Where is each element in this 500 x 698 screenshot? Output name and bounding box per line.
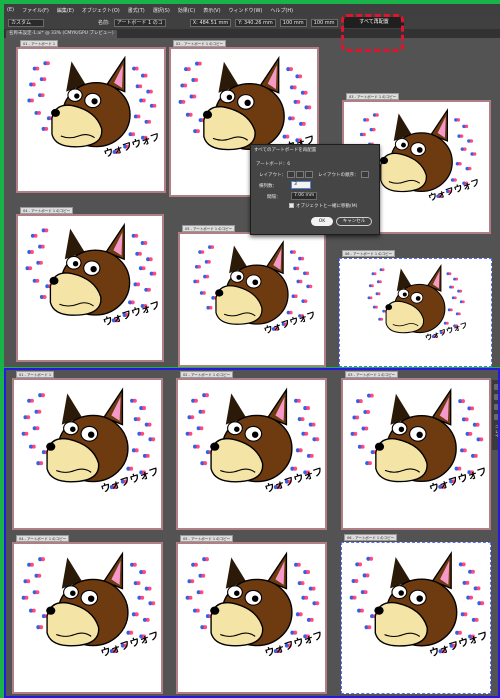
panel-icon[interactable]: [494, 384, 498, 390]
grid-by-column-button[interactable]: [296, 171, 304, 178]
dog-illustration: ウォフウォフ: [25, 222, 162, 329]
after-screenshot: 01 - アートボード 1 ウォフウォフ 02 - アートボード 1 のコピー …: [4, 368, 500, 698]
artboard-1[interactable]: 01 - アートボード 1 ウォフウォフ: [16, 40, 166, 193]
layers-tab-label[interactable]: ニ レイ: [494, 424, 498, 437]
menu-item-help[interactable]: ヘルプ(H): [270, 7, 293, 14]
artboard-count: アートボード：6: [256, 162, 291, 167]
dog-illustration: ウォフウォフ: [27, 55, 162, 160]
artboard-label: 02 - アートボード 1 のコピー: [173, 40, 227, 47]
width-field[interactable]: 100 mm: [279, 18, 307, 27]
columns-label: 横列数：: [259, 184, 277, 189]
side-panel: [492, 380, 498, 450]
spacing-label: 間隔：: [267, 195, 281, 200]
menu-item-edit[interactable]: 編集(E): [57, 7, 74, 14]
menu-item-view[interactable]: 表示(V): [203, 7, 220, 14]
before-screenshot: (E) ファイル(F) 編集(E) オブジェクト(O) 書式(T) 選択(S) …: [4, 4, 500, 367]
spacing-input[interactable]: 7.06 mm: [291, 192, 317, 200]
artboard-label: 06 - アートボード 1 のコピー: [344, 534, 398, 541]
rearrange-dialog: すべてのアートボードを再配置 アートボード：6 レイアウト： レイアウトの順序：…: [250, 144, 380, 235]
artboard-3[interactable]: 03 - アートボード 1 のコピー ウォフウォフ: [341, 371, 491, 530]
artboard-label: 05 - アートボード 1 のコピー: [180, 535, 234, 542]
artboard-4[interactable]: 04 - アートボード 1 のコピー ウォフウォフ: [12, 535, 163, 694]
control-bar: カスタム 名前: アートボード 1 のコ X: 484.51 mm Y: 340…: [4, 16, 500, 29]
x-field[interactable]: X: 484.51 mm: [189, 18, 232, 27]
artboard-6[interactable]: 06 - アートボード 1 のコピー ウォフウォフ: [339, 250, 492, 367]
artboard-5[interactable]: 05 - アートボード 1 のコピー ウォフウォフ: [176, 535, 327, 694]
dog-illustration: ウォフウォフ: [185, 387, 325, 495]
screenshot-frame: (E) ファイル(F) 編集(E) オブジェクト(O) 書式(T) 選択(S) …: [0, 0, 500, 698]
move-art-checkbox[interactable]: [289, 203, 294, 208]
document-tab[interactable]: 名称未設定-1.ai* @ 33% (CMYK/GPU プレビュー): [6, 30, 117, 38]
cancel-button[interactable]: キャンセル: [336, 217, 372, 226]
menu-bar: (E) ファイル(F) 編集(E) オブジェクト(O) 書式(T) 選択(S) …: [4, 4, 500, 16]
move-art-label: オブジェクトと一緒に移動(M): [296, 204, 358, 209]
grid-by-row-button[interactable]: [287, 171, 295, 178]
y-field[interactable]: Y: 340.26 mm: [235, 18, 276, 27]
artboard-name-field[interactable]: アートボード 1 のコ: [113, 18, 166, 27]
artboard-label: 01 - アートボード 1: [20, 40, 59, 47]
artboard-label: 04 - アートボード 1 のコピー: [16, 535, 70, 542]
dialog-title: すべてのアートボードを再配置: [254, 148, 317, 153]
columns-input[interactable]: 3: [291, 181, 311, 189]
menu-leading[interactable]: (E): [7, 7, 14, 13]
arrange-by-row-button[interactable]: [305, 171, 313, 178]
dog-illustration: ウォフウォフ: [21, 551, 161, 659]
artboard-6[interactable]: 06 - アートボード 1 のコピー ウォフウォフ: [341, 534, 491, 694]
height-field[interactable]: 100 mm: [310, 18, 338, 27]
artboard-5[interactable]: 05 - アートボード 1 のコピー ウォフウォフ: [178, 225, 326, 367]
dog-illustration: ウォフウォフ: [185, 551, 325, 659]
artboard-label: 01 - アートボード 1: [16, 371, 55, 378]
menu-item-object[interactable]: オブジェクト(O): [82, 7, 120, 14]
artboard-4[interactable]: 04 - アートボード 1 のコピー ウォフウォフ: [16, 207, 164, 362]
document-tab-row: 名称未設定-1.ai* @ 33% (CMYK/GPU プレビュー): [4, 29, 500, 38]
panel-icon[interactable]: [494, 394, 498, 400]
layout-label: レイアウト：: [259, 173, 286, 178]
panel-icon[interactable]: [494, 414, 498, 420]
artboard-label: 06 - アートボード 1 のコピー: [342, 250, 396, 257]
artboard-label: 05 - アートボード 1 のコピー: [182, 225, 236, 232]
artboard-label: 04 - アートボード 1 のコピー: [20, 207, 74, 214]
artboard-label: 03 - アートボード 1 のコピー: [345, 371, 399, 378]
layout-order-label: レイアウトの順序：: [318, 173, 359, 178]
artboard-2[interactable]: 02 - アートボード 1 のコピー ウォフウォフ: [176, 371, 327, 530]
menu-item-file[interactable]: ファイル(F): [22, 7, 49, 14]
menu-item-select[interactable]: 選択(S): [153, 7, 170, 14]
panel-icon[interactable]: [494, 404, 498, 410]
dog-illustration: ウォフウォフ: [350, 387, 489, 495]
menu-item-window[interactable]: ウィンドウ(W): [229, 7, 263, 14]
ok-button[interactable]: OK: [311, 217, 333, 226]
preset-select[interactable]: カスタム: [8, 18, 44, 27]
dog-illustration: ウォフウォフ: [193, 240, 317, 337]
name-label: 名前:: [98, 20, 110, 26]
dog-illustration: ウォフウォフ: [21, 387, 161, 495]
highlight-annotation: [341, 14, 404, 52]
dog-illustration: ウォフウォフ: [367, 264, 469, 342]
artboard-1[interactable]: 01 - アートボード 1 ウォフウォフ: [12, 371, 163, 530]
menu-item-effect[interactable]: 効果(C): [178, 7, 195, 14]
order-direction-button[interactable]: [361, 171, 369, 178]
dog-illustration: ウォフウォフ: [349, 550, 490, 660]
menu-item-type[interactable]: 書式(T): [128, 7, 145, 14]
artboard-label: 03 - アートボード 1 のコピー: [346, 93, 400, 100]
artboard-label: 02 - アートボード 1 のコピー: [180, 371, 234, 378]
